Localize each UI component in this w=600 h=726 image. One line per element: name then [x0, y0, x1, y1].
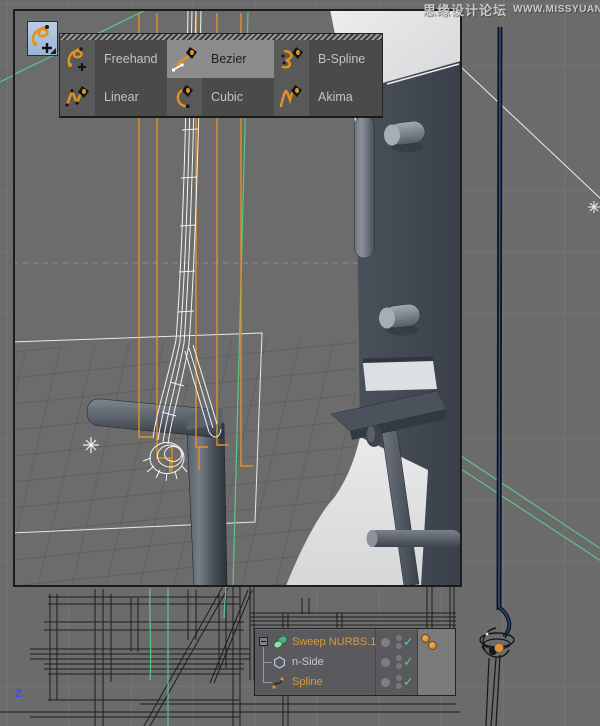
selected-point-handle[interactable] — [495, 644, 504, 653]
collapse-toggle-icon[interactable] — [259, 637, 268, 646]
menu-item-label: Bezier — [202, 52, 246, 66]
editor-visibility-dot[interactable] — [396, 675, 402, 681]
n-side-icon — [273, 656, 286, 669]
enabled-check-icon[interactable]: ✓ — [403, 672, 417, 691]
object-name[interactable]: Spline — [292, 672, 323, 692]
watermark: 思缘设计论坛 WWW.MISSYUAN.COM — [423, 0, 600, 18]
menu-item-akima[interactable]: Akima — [274, 78, 381, 116]
object-row-sweep-nurbs[interactable]: Sweep NURBS.1 ✓ — [255, 632, 455, 652]
menu-item-label: Linear — [95, 90, 139, 104]
object-name[interactable]: Sweep NURBS.1 — [292, 632, 376, 652]
menu-item-label: Freehand — [95, 52, 158, 66]
spline-tool-menu: Freehand Bezier B-S — [59, 33, 383, 118]
akima-spline-icon — [274, 78, 309, 116]
object-row-n-side[interactable]: n-Side ✓ — [255, 652, 455, 672]
menu-item-label: B-Spline — [309, 52, 365, 66]
enabled-check-icon[interactable]: ✓ — [403, 652, 417, 671]
menu-item-freehand[interactable]: Freehand — [60, 40, 167, 78]
object-name[interactable]: n-Side — [292, 652, 324, 672]
menu-item-b-spline[interactable]: B-Spline — [274, 40, 381, 78]
menu-item-linear[interactable]: Linear — [60, 78, 167, 116]
object-manager-panel: Sweep NURBS.1 ✓ n-Side ✓ Spline ✓ — [254, 628, 456, 696]
bezier-spline-icon — [167, 40, 202, 78]
object-row-spline[interactable]: Spline ✓ — [255, 672, 455, 692]
editor-visibility-dot[interactable] — [396, 635, 402, 641]
sweep-nurbs-icon — [273, 635, 288, 650]
freehand-spline-icon — [60, 40, 95, 78]
freehand-spline-tool-button[interactable] — [27, 21, 58, 56]
layer-dot[interactable] — [381, 658, 390, 667]
enabled-check-icon[interactable]: ✓ — [403, 632, 417, 651]
render-visibility-dot[interactable] — [396, 663, 402, 669]
b-spline-icon — [274, 40, 309, 78]
layer-dot[interactable] — [381, 638, 390, 647]
flyout-indicator — [50, 48, 56, 54]
board-cutout — [363, 361, 437, 391]
horizontal-tube — [367, 530, 461, 547]
menu-item-cubic[interactable]: Cubic — [167, 78, 274, 116]
menu-item-label: Cubic — [202, 90, 243, 104]
menu-item-label: Akima — [309, 90, 353, 104]
layer-dot[interactable] — [381, 678, 390, 687]
axis-label-z: Z — [15, 688, 22, 700]
render-visibility-dot[interactable] — [396, 643, 402, 649]
material-tag-icon[interactable] — [428, 641, 437, 650]
spline-icon — [272, 675, 286, 689]
cubic-spline-icon — [167, 78, 202, 116]
render-visibility-dot[interactable] — [396, 683, 402, 689]
application-window: { "watermark": { "site_cn": "思缘设计论坛", "s… — [0, 0, 600, 726]
editor-visibility-dot[interactable] — [396, 655, 402, 661]
menu-item-bezier[interactable]: Bezier — [167, 40, 274, 78]
watermark-site-url: WWW.MISSYUAN.COM — [513, 4, 600, 15]
linear-spline-icon — [60, 78, 95, 116]
watermark-site-name: 思缘设计论坛 — [423, 0, 507, 19]
